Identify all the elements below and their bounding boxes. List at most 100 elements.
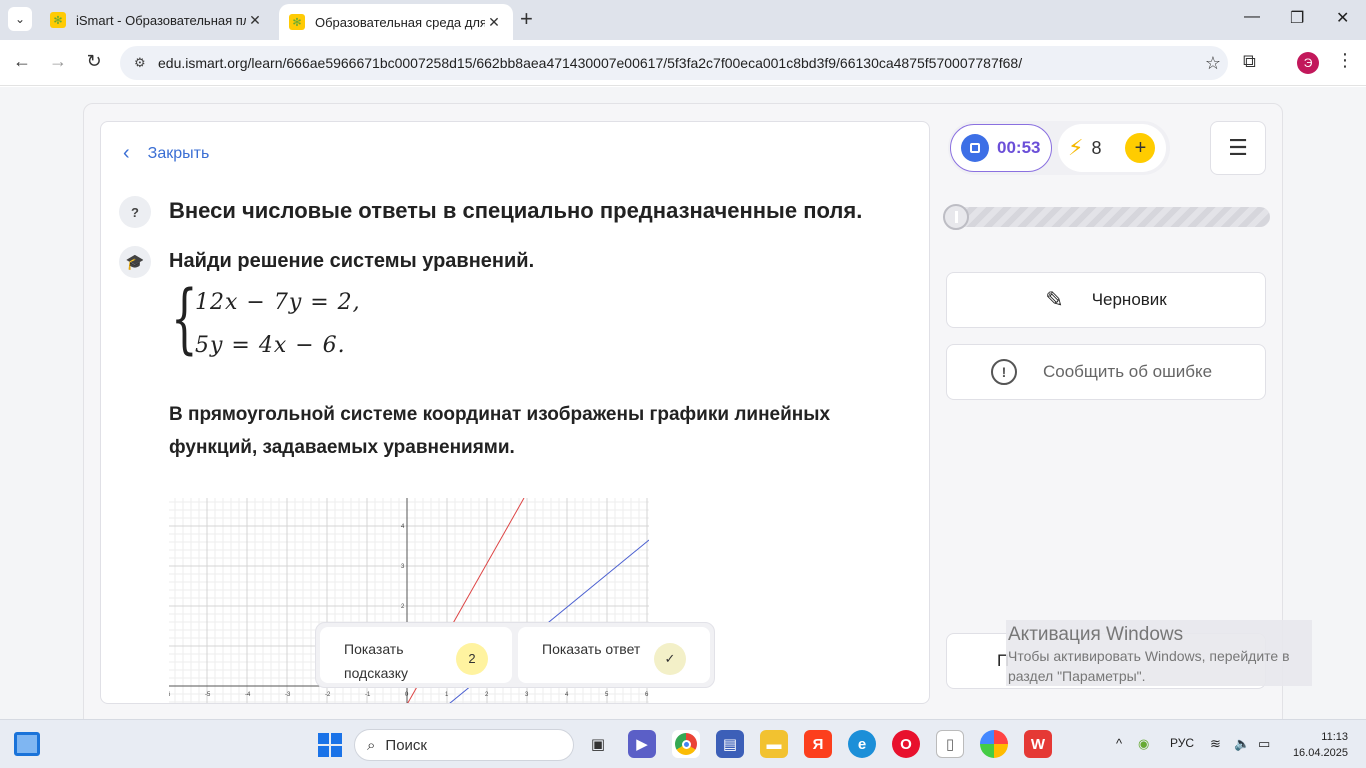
chevron-left-icon: ‹ xyxy=(123,142,130,164)
question-icon: ? xyxy=(119,196,151,228)
lightbulb-icon: 2 xyxy=(456,643,488,675)
wifi-icon[interactable]: ≋ xyxy=(1210,736,1221,752)
chevron-down-icon: ⌄ xyxy=(14,12,26,26)
x-tick-label: 2 xyxy=(485,692,489,698)
x-tick-label: 5 xyxy=(605,692,609,698)
lightning-icon: ⚡ xyxy=(1068,135,1084,160)
restore-icon[interactable]: ❐ xyxy=(1290,8,1304,28)
edge-icon[interactable]: e xyxy=(848,730,876,758)
report-error-button[interactable]: ! Сообщить об ошибке xyxy=(946,344,1266,400)
system-clock[interactable]: 11:13 16.04.2025 xyxy=(1290,729,1348,761)
draft-button[interactable]: ✎ Черновик xyxy=(946,272,1266,328)
show-answer-label: Показать ответ xyxy=(542,641,641,657)
show-hint-button[interactable]: Показать подсказку 2 xyxy=(320,627,512,683)
tab-learning-env[interactable]: ✻ Образовательная среда для са ✕ xyxy=(279,4,513,40)
url-text[interactable]: edu.ismart.org/learn/666ae5966671bc00072… xyxy=(158,55,1198,71)
windows-taskbar: ⌕ Поиск ▣ ▶ ▤ ▬ Я e O ▯ W ^ ◉ РУС ≋ 🔈 ▭ … xyxy=(0,719,1366,768)
task-list-menu-button[interactable]: ☰ xyxy=(1210,121,1266,175)
y-tick-label: 2 xyxy=(401,604,405,610)
graph-description: В прямоугольной системе координат изобра… xyxy=(169,404,831,458)
brace-icon: { xyxy=(171,273,198,362)
save-disk-icon[interactable]: ▤ xyxy=(716,730,744,758)
task-prompt: Найди решение системы уравнений. xyxy=(169,250,535,272)
tab-title: Образовательная среда для са xyxy=(315,14,485,30)
y-tick-label: 4 xyxy=(401,524,405,530)
close-link[interactable]: ‹ Закрыть xyxy=(123,142,209,165)
chrome-icon[interactable] xyxy=(672,730,700,758)
hint-bar: Показать подсказку 2 Показать ответ ✓ xyxy=(315,622,715,688)
file-explorer-icon[interactable]: ▬ xyxy=(760,730,788,758)
tab-title: iSmart - Образовательная пла xyxy=(76,12,246,28)
x-tick-label: 4 xyxy=(565,692,569,698)
x-tick-label: -2 xyxy=(325,692,331,698)
volume-icon[interactable]: 🔈 xyxy=(1234,736,1250,752)
tray-app-icon[interactable]: ◉ xyxy=(1138,736,1149,752)
energy-count: 8 xyxy=(1091,137,1102,158)
url-omnibox[interactable]: ⚙ edu.ismart.org/learn/666ae5966671bc000… xyxy=(120,46,1228,80)
energy-pill: ⚡ 8 + xyxy=(1058,124,1166,172)
browser-tabbar: ⌄ ✻ iSmart - Образовательная пла ✕ ✻ Обр… xyxy=(0,0,1366,40)
x-tick-label: -1 xyxy=(365,692,371,698)
show-hint-label: Показать подсказку xyxy=(344,641,408,681)
tab-list-button[interactable]: ⌄ xyxy=(8,7,32,31)
close-label: Закрыть xyxy=(147,144,210,162)
new-tab-button[interactable]: + xyxy=(520,8,533,30)
close-window-icon[interactable]: ✕ xyxy=(1336,8,1349,28)
minimize-icon[interactable]: — xyxy=(1244,8,1260,26)
task-card: ‹ Закрыть ? Внеси числовые ответы в спец… xyxy=(100,121,930,704)
clock-date: 16.04.2025 xyxy=(1292,747,1348,759)
teams-icon[interactable]: ▶ xyxy=(628,730,656,758)
taskbar-search[interactable]: ⌕ Поиск xyxy=(354,729,574,761)
x-tick-label: 1 xyxy=(445,692,449,698)
x-tick-label: -4 xyxy=(245,692,251,698)
progress-knob xyxy=(943,204,969,230)
ismart-favicon-icon: ✻ xyxy=(289,14,305,30)
progress-bar xyxy=(943,204,1270,230)
x-tick-label: 3 xyxy=(525,692,529,698)
clock-time: 11:13 xyxy=(1321,731,1348,743)
extensions-icon[interactable]: ⧉ xyxy=(1243,51,1256,72)
list-menu-icon: ☰ xyxy=(1228,135,1248,160)
start-button[interactable] xyxy=(318,733,342,757)
equation-2: 5y = 4x − 6. xyxy=(195,333,346,358)
x-tick-label: 6 xyxy=(645,692,649,698)
check-circle-icon: ✓ xyxy=(654,643,686,675)
back-arrow-icon[interactable]: ← xyxy=(10,51,34,72)
windows-activation-watermark: Активация Windows Чтобы активировать Win… xyxy=(1006,620,1312,686)
close-tab-icon[interactable]: ✕ xyxy=(246,12,264,29)
search-icon: ⌕ xyxy=(367,736,376,754)
forward-arrow-icon[interactable]: → xyxy=(46,51,70,72)
status-group: 00:53 ⚡ 8 + xyxy=(948,121,1170,175)
x-tick-label: -5 xyxy=(205,692,211,698)
equation-1: 12x − 7y = 2, xyxy=(195,290,361,315)
address-bar-row: ← → ↻ ⚙ edu.ismart.org/learn/666ae596667… xyxy=(0,40,1366,86)
browser-menu-icon[interactable]: ⋮ xyxy=(1336,50,1354,71)
language-indicator[interactable]: РУС xyxy=(1170,736,1194,750)
ismart-favicon-icon: ✻ xyxy=(50,12,66,28)
battery-icon[interactable]: ▭ xyxy=(1258,736,1270,752)
show-answer-button[interactable]: Показать ответ ✓ xyxy=(518,627,710,683)
timer-value: 00:53 xyxy=(997,138,1041,157)
report-label: Сообщить об ошибке xyxy=(1043,362,1213,381)
add-energy-button[interactable]: + xyxy=(1125,133,1156,163)
widgets-icon[interactable] xyxy=(14,732,40,756)
profile-avatar[interactable]: Э xyxy=(1297,52,1319,74)
yandex-icon[interactable]: Я xyxy=(804,730,832,758)
document-icon[interactable]: ▯ xyxy=(936,730,964,758)
search-label: Поиск xyxy=(385,736,427,754)
tray-expand-icon[interactable]: ^ xyxy=(1116,736,1122,751)
wps-office-icon[interactable]: W xyxy=(1024,730,1052,758)
graduation-cap-icon: 🎓 xyxy=(119,246,151,278)
opera-icon[interactable]: O xyxy=(892,730,920,758)
tab-ismart[interactable]: ✻ iSmart - Образовательная пла ✕ xyxy=(40,4,274,36)
task-view-icon[interactable]: ▣ xyxy=(584,730,612,758)
photos-icon[interactable] xyxy=(980,730,1008,758)
timer-pill[interactable]: 00:53 xyxy=(950,124,1052,172)
x-tick-label: -6 xyxy=(169,692,171,698)
close-tab-icon[interactable]: ✕ xyxy=(485,14,503,31)
site-settings-icon[interactable]: ⚙ xyxy=(134,55,152,71)
bookmark-star-icon[interactable]: ☆ xyxy=(1198,53,1228,74)
x-tick-label: -3 xyxy=(285,692,291,698)
reload-icon[interactable]: ↻ xyxy=(82,51,106,72)
draft-label: Черновик xyxy=(1091,290,1167,309)
